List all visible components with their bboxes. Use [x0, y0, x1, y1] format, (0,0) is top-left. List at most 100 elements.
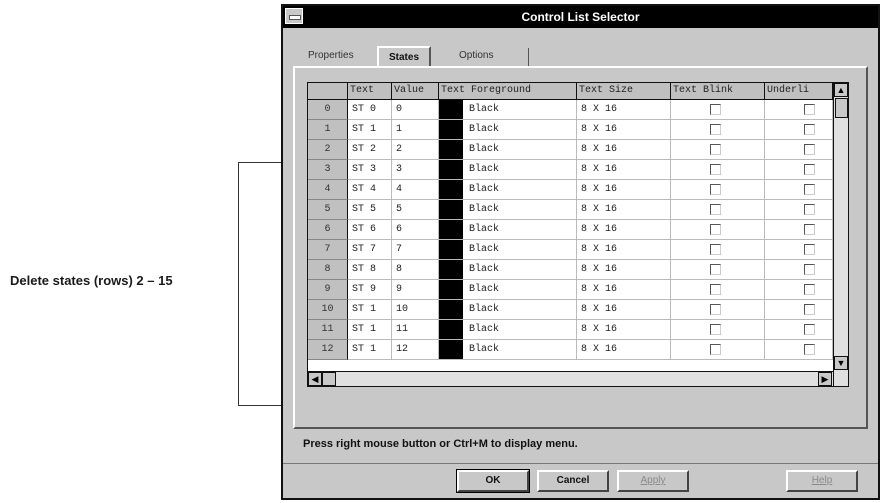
- table-row[interactable]: 1 ST 1 1 Black 8 X 16: [308, 120, 848, 140]
- cell-text-size[interactable]: 8 X 16: [577, 340, 671, 360]
- cell-text-foreground[interactable]: Black: [439, 320, 577, 340]
- row-header[interactable]: 1: [308, 120, 348, 140]
- table-row[interactable]: 9 ST 9 9 Black 8 X 16: [308, 280, 848, 300]
- cell-text-foreground[interactable]: Black: [439, 100, 577, 120]
- underline-checkbox[interactable]: [804, 124, 815, 135]
- cell-value[interactable]: 11: [392, 320, 439, 340]
- table-row[interactable]: 8 ST 8 8 Black 8 X 16: [308, 260, 848, 280]
- table-row[interactable]: 10 ST 1 10 Black 8 X 16: [308, 300, 848, 320]
- underline-checkbox[interactable]: [804, 244, 815, 255]
- cell-underline[interactable]: [765, 200, 833, 220]
- cell-underline[interactable]: [765, 160, 833, 180]
- text-blink-checkbox[interactable]: [710, 164, 721, 175]
- cell-value[interactable]: 2: [392, 140, 439, 160]
- cell-underline[interactable]: [765, 300, 833, 320]
- cell-text-blink[interactable]: [671, 260, 765, 280]
- cell-text[interactable]: ST 7: [348, 240, 392, 260]
- underline-checkbox[interactable]: [804, 344, 815, 355]
- text-blink-checkbox[interactable]: [710, 244, 721, 255]
- tab-properties[interactable]: Properties: [308, 50, 354, 61]
- cell-underline[interactable]: [765, 120, 833, 140]
- cell-text-foreground[interactable]: Black: [439, 300, 577, 320]
- underline-checkbox[interactable]: [804, 144, 815, 155]
- table-row[interactable]: 7 ST 7 7 Black 8 X 16: [308, 240, 848, 260]
- cell-text-foreground[interactable]: Black: [439, 340, 577, 360]
- cell-text-foreground[interactable]: Black: [439, 220, 577, 240]
- tab-options[interactable]: Options: [459, 50, 493, 61]
- text-blink-checkbox[interactable]: [710, 264, 721, 275]
- cell-text-blink[interactable]: [671, 100, 765, 120]
- table-row[interactable]: 4 ST 4 4 Black 8 X 16: [308, 180, 848, 200]
- column-header-text-size[interactable]: Text Size: [577, 83, 671, 100]
- table-row[interactable]: 6 ST 6 6 Black 8 X 16: [308, 220, 848, 240]
- cell-text-size[interactable]: 8 X 16: [577, 300, 671, 320]
- text-blink-checkbox[interactable]: [710, 304, 721, 315]
- cell-text-size[interactable]: 8 X 16: [577, 100, 671, 120]
- cell-text[interactable]: ST 5: [348, 200, 392, 220]
- text-blink-checkbox[interactable]: [710, 224, 721, 235]
- cell-text-foreground[interactable]: Black: [439, 140, 577, 160]
- cell-underline[interactable]: [765, 260, 833, 280]
- text-blink-checkbox[interactable]: [710, 124, 721, 135]
- underline-checkbox[interactable]: [804, 284, 815, 295]
- row-header[interactable]: 12: [308, 340, 348, 360]
- cell-text-blink[interactable]: [671, 280, 765, 300]
- row-header[interactable]: 9: [308, 280, 348, 300]
- tab-states[interactable]: States: [377, 46, 432, 68]
- cell-text-foreground[interactable]: Black: [439, 200, 577, 220]
- horizontal-scroll-thumb[interactable]: [322, 372, 336, 386]
- cell-value[interactable]: 1: [392, 120, 439, 140]
- row-header[interactable]: 2: [308, 140, 348, 160]
- cell-text-size[interactable]: 8 X 16: [577, 320, 671, 340]
- table-row[interactable]: 0 ST 0 0 Black 8 X 16: [308, 100, 848, 120]
- cell-underline[interactable]: [765, 100, 833, 120]
- cell-value[interactable]: 3: [392, 160, 439, 180]
- underline-checkbox[interactable]: [804, 184, 815, 195]
- cell-text[interactable]: ST 0: [348, 100, 392, 120]
- cell-value[interactable]: 7: [392, 240, 439, 260]
- row-header[interactable]: 8: [308, 260, 348, 280]
- row-header[interactable]: 6: [308, 220, 348, 240]
- cell-text-size[interactable]: 8 X 16: [577, 140, 671, 160]
- cell-value[interactable]: 8: [392, 260, 439, 280]
- cell-text-foreground[interactable]: Black: [439, 180, 577, 200]
- row-header[interactable]: 5: [308, 200, 348, 220]
- row-header[interactable]: 10: [308, 300, 348, 320]
- cell-underline[interactable]: [765, 180, 833, 200]
- table-row[interactable]: 3 ST 3 3 Black 8 X 16: [308, 160, 848, 180]
- underline-checkbox[interactable]: [804, 104, 815, 115]
- cell-text-size[interactable]: 8 X 16: [577, 120, 671, 140]
- text-blink-checkbox[interactable]: [710, 344, 721, 355]
- table-row[interactable]: 5 ST 5 5 Black 8 X 16: [308, 200, 848, 220]
- text-blink-checkbox[interactable]: [710, 324, 721, 335]
- cell-value[interactable]: 0: [392, 100, 439, 120]
- cell-value[interactable]: 6: [392, 220, 439, 240]
- cell-text-size[interactable]: 8 X 16: [577, 220, 671, 240]
- horizontal-scrollbar[interactable]: ◀ ▶: [308, 371, 833, 386]
- apply-button[interactable]: Apply: [617, 470, 689, 492]
- cell-text-foreground[interactable]: Black: [439, 240, 577, 260]
- cell-text[interactable]: ST 1: [348, 300, 392, 320]
- cell-underline[interactable]: [765, 280, 833, 300]
- table-row[interactable]: 11 ST 1 11 Black 8 X 16: [308, 320, 848, 340]
- cell-underline[interactable]: [765, 340, 833, 360]
- cell-text[interactable]: ST 3: [348, 160, 392, 180]
- table-row[interactable]: 12 ST 1 12 Black 8 X 16: [308, 340, 848, 360]
- cell-text-size[interactable]: 8 X 16: [577, 200, 671, 220]
- row-header[interactable]: 4: [308, 180, 348, 200]
- arrow-up-icon[interactable]: ▲: [834, 83, 848, 97]
- cell-text-blink[interactable]: [671, 220, 765, 240]
- cell-underline[interactable]: [765, 240, 833, 260]
- cell-text-blink[interactable]: [671, 180, 765, 200]
- cell-value[interactable]: 10: [392, 300, 439, 320]
- underline-checkbox[interactable]: [804, 324, 815, 335]
- cell-text[interactable]: ST 2: [348, 140, 392, 160]
- cell-text[interactable]: ST 1: [348, 120, 392, 140]
- cell-value[interactable]: 12: [392, 340, 439, 360]
- cancel-button[interactable]: Cancel: [537, 470, 609, 492]
- cell-text-foreground[interactable]: Black: [439, 260, 577, 280]
- cell-text-size[interactable]: 8 X 16: [577, 180, 671, 200]
- cell-text[interactable]: ST 6: [348, 220, 392, 240]
- cell-underline[interactable]: [765, 140, 833, 160]
- row-header[interactable]: 11: [308, 320, 348, 340]
